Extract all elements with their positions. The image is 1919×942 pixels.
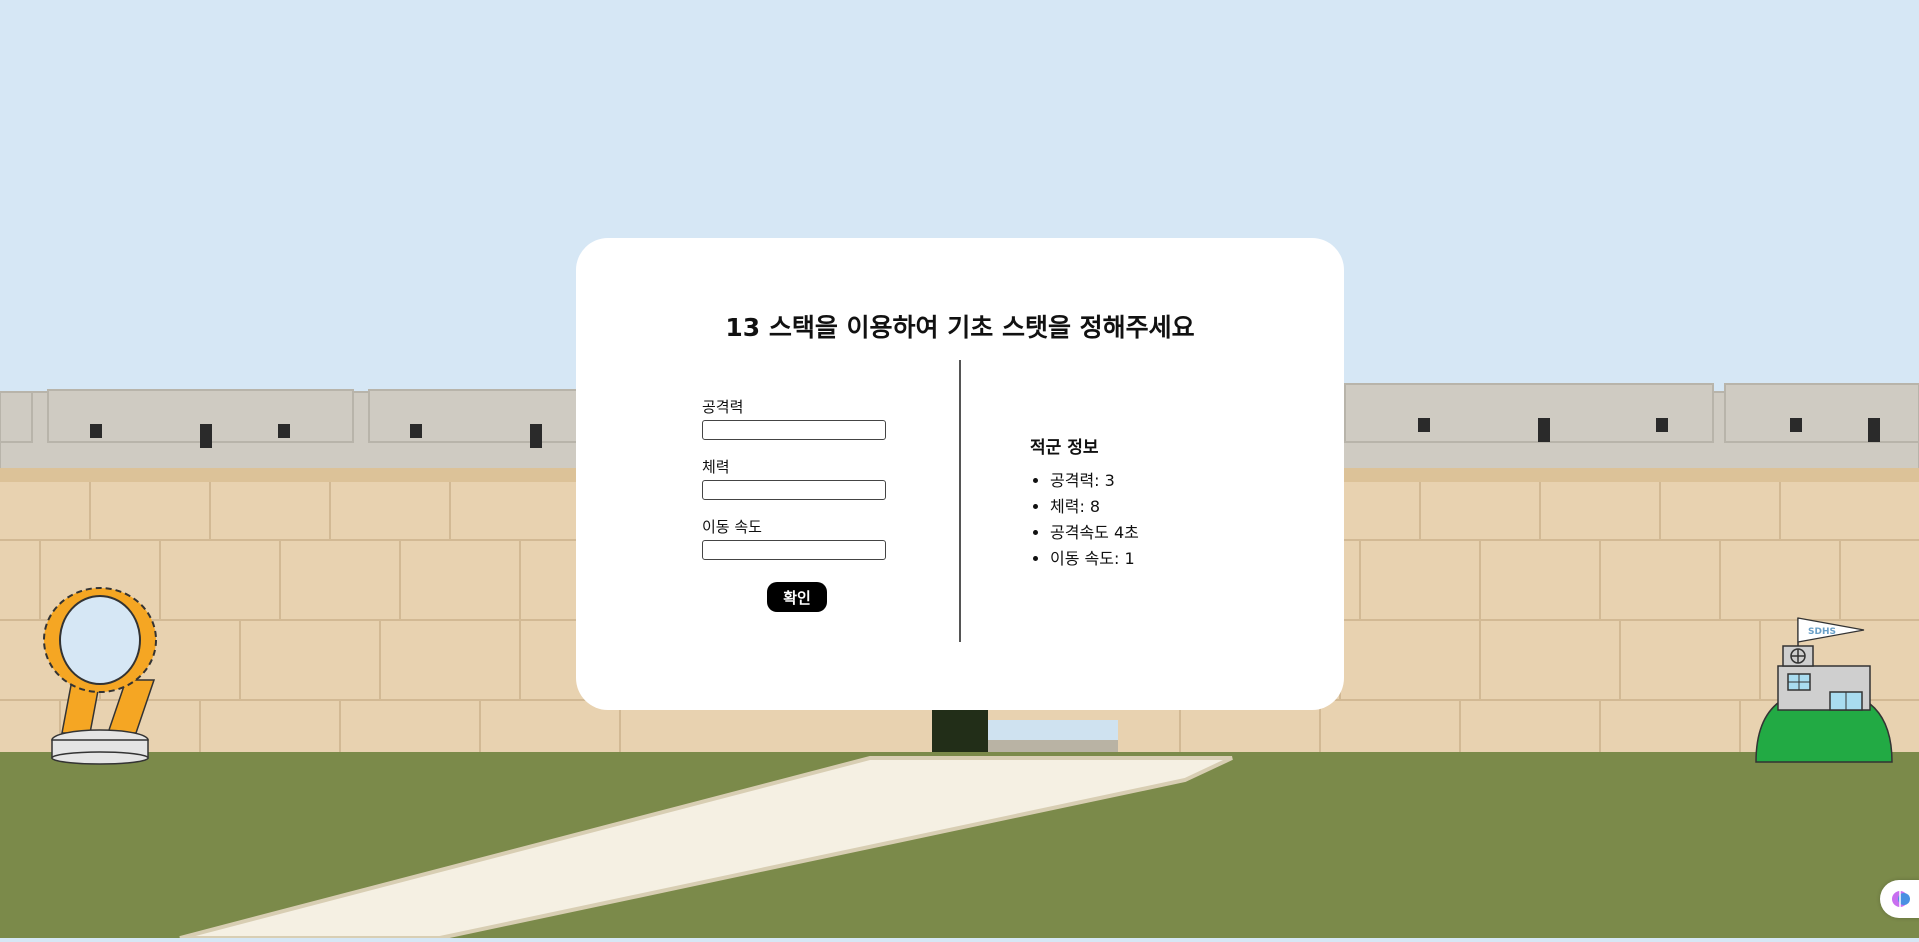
enemy-stat-item: 공격력: 3 — [1050, 468, 1290, 494]
enemy-stat-list: 공격력: 3 체력: 8 공격속도 4초 이동 속도: 1 — [1030, 468, 1290, 572]
attack-input[interactable] — [702, 420, 886, 440]
health-input[interactable] — [702, 480, 886, 500]
health-label: 체력 — [702, 458, 730, 476]
portal-icon — [43, 587, 157, 765]
stat-form: 공격력 체력 이동 속도 — [702, 396, 892, 576]
enemy-info-title: 적군 정보 — [1030, 438, 1099, 458]
dialog-divider — [959, 360, 961, 642]
enemy-stat-item: 체력: 8 — [1050, 494, 1290, 520]
move-speed-input[interactable] — [702, 540, 886, 560]
move-speed-label: 이동 속도 — [702, 518, 762, 536]
enemy-stat-item: 공격속도 4초 — [1050, 520, 1290, 546]
base-flag-text: SDHS — [1808, 627, 1836, 637]
confirm-button[interactable]: 확인 — [767, 582, 827, 612]
enemy-info: 적군 정보 공격력: 3 체력: 8 공격속도 4초 이동 속도: 1 — [1030, 433, 1290, 572]
brain-icon — [1892, 891, 1910, 907]
dialog-title: 13 스택을 이용하여 기초 스탯을 정해주세요 — [725, 313, 1195, 342]
enemy-stat-item: 이동 속도: 1 — [1050, 546, 1290, 572]
assistant-button[interactable] — [1880, 880, 1919, 918]
stat-dialog: 13 스택을 이용하여 기초 스탯을 정해주세요 공격력 체력 이동 속도 확인… — [576, 238, 1344, 710]
attack-label: 공격력 — [702, 398, 744, 416]
